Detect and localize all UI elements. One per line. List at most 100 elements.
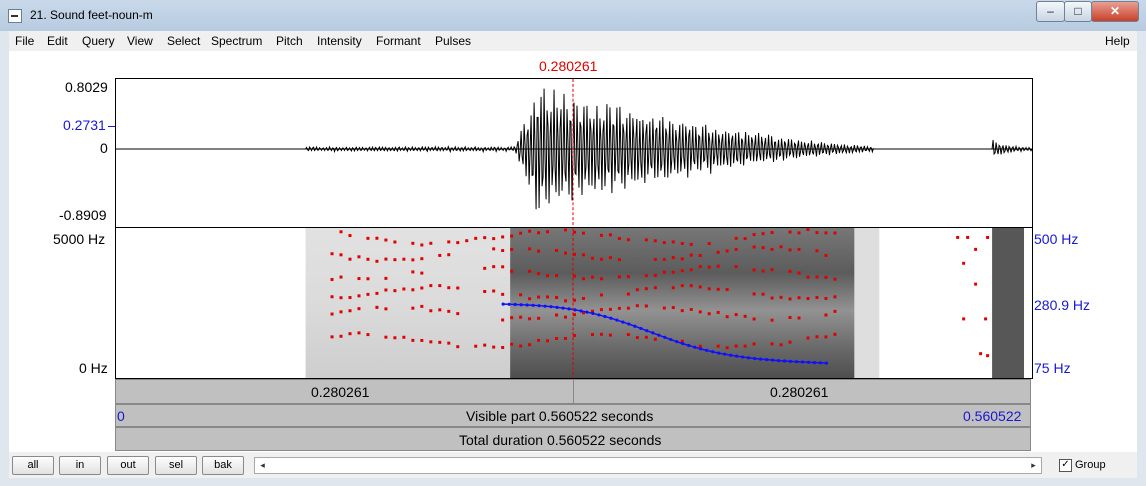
formant-dot <box>546 295 549 298</box>
formant-dot <box>501 293 504 296</box>
menu-file[interactable]: File <box>15 34 34 48</box>
formant-dot <box>780 296 783 299</box>
formant-dot <box>956 236 959 239</box>
formant-dot <box>833 333 836 336</box>
formant-dot <box>357 331 360 334</box>
pitch-dot <box>795 360 798 363</box>
scroll-right-icon[interactable]: ▸ <box>1026 458 1041 473</box>
formant-dot <box>375 292 378 295</box>
zoom-in-button[interactable]: in <box>59 456 101 475</box>
zoom-selection-button[interactable]: sel <box>155 456 197 475</box>
formant-dot <box>672 271 675 274</box>
pitch-dot <box>747 356 750 359</box>
pitch-dot <box>693 346 696 349</box>
formant-dot <box>375 237 378 240</box>
formant-dot <box>456 345 459 348</box>
formant-dot <box>456 287 459 290</box>
pitch-dot <box>663 336 666 339</box>
selection-bar: 0.280261 0.280261 <box>115 379 1031 404</box>
formant-dot <box>528 230 531 233</box>
formant-dot <box>618 307 621 310</box>
menu-help[interactable]: Help <box>1105 34 1130 48</box>
formant-dot <box>798 317 801 320</box>
pitch-dot <box>717 351 720 354</box>
formant-dot <box>708 312 711 315</box>
waveform-panel[interactable] <box>115 78 1033 228</box>
pitch-dot <box>603 315 606 318</box>
formant-dot <box>402 288 405 291</box>
formant-dot <box>546 274 549 277</box>
pitch-dot <box>825 362 828 365</box>
formant-dot <box>636 336 639 339</box>
waveform-cursor-value-label: 0.2731 <box>63 117 106 133</box>
spectrogram-panel[interactable] <box>115 228 1033 379</box>
formant-dot <box>744 237 747 240</box>
formant-dot <box>582 253 585 256</box>
formant-dot <box>798 272 801 275</box>
formant-dot <box>331 252 334 255</box>
window-title: 21. Sound feet-noun-m <box>30 8 153 22</box>
pitch-dot <box>723 353 726 356</box>
formant-dot <box>744 315 747 318</box>
maximize-button[interactable]: □ <box>1064 1 1092 22</box>
formant-dot <box>465 239 468 242</box>
formant-dot <box>331 278 334 281</box>
menu-intensity[interactable]: Intensity <box>317 34 362 48</box>
waveform-zero-label: 0 <box>100 140 108 156</box>
menu-edit[interactable]: Edit <box>47 34 68 48</box>
right-segment-label[interactable]: 0.280261 <box>770 384 828 400</box>
formant-dot <box>564 316 567 319</box>
left-segment-label[interactable]: 0.280261 <box>311 384 369 400</box>
zoom-back-button[interactable]: bak <box>202 456 244 475</box>
zoom-all-button[interactable]: all <box>12 456 54 475</box>
sound-window-icon <box>8 9 22 23</box>
menu-formant[interactable]: Formant <box>376 34 421 48</box>
formant-dot <box>753 318 756 321</box>
formant-dot <box>681 309 684 312</box>
pitch-dot <box>615 318 618 321</box>
formant-dot <box>618 237 621 240</box>
formant-dot <box>447 253 450 256</box>
formant-dot <box>966 236 969 239</box>
pitch-dot <box>783 359 786 362</box>
formant-dot <box>510 248 513 251</box>
formant-dot <box>654 338 657 341</box>
pitch-dot <box>729 354 732 357</box>
menu-select[interactable]: Select <box>167 34 200 48</box>
formant-dot <box>771 268 774 271</box>
menu-query[interactable]: Query <box>82 34 115 48</box>
formant-dot <box>654 258 657 261</box>
formant-dot <box>609 334 612 337</box>
formant-dot <box>600 258 603 261</box>
formant-dot <box>510 270 513 273</box>
formant-dot <box>753 268 756 271</box>
pitch-dot <box>597 313 600 316</box>
time-scrollbar[interactable]: ◂ ▸ <box>254 457 1042 474</box>
minimize-button[interactable]: – <box>1036 1 1065 22</box>
zoom-out-button[interactable]: out <box>107 456 149 475</box>
menu-spectrum[interactable]: Spectrum <box>211 34 262 48</box>
formant-dot <box>429 309 432 312</box>
formant-dot <box>438 254 441 257</box>
close-button[interactable]: ✕ <box>1091 1 1139 22</box>
group-checkbox[interactable]: ✓ <box>1059 459 1072 472</box>
formant-dot <box>699 265 702 268</box>
pitch-dot <box>741 355 744 358</box>
formant-dot <box>564 337 567 340</box>
formant-dot <box>815 249 818 252</box>
total-duration-bar[interactable]: Total duration 0.560522 seconds <box>115 427 1031 451</box>
formant-dot <box>510 316 513 319</box>
menu-pulses[interactable]: Pulses <box>435 34 471 48</box>
formant-dot <box>663 307 666 310</box>
pitch-dot <box>526 303 529 306</box>
menu-view[interactable]: View <box>127 34 153 48</box>
visible-part-bar[interactable]: 0 Visible part 0.560522 seconds 0.560522 <box>115 404 1031 427</box>
formant-dot <box>384 277 387 280</box>
menu-pitch[interactable]: Pitch <box>276 34 303 48</box>
formant-dot <box>429 242 432 245</box>
scroll-left-icon[interactable]: ◂ <box>255 458 270 473</box>
formant-dot <box>591 333 594 336</box>
formant-dot <box>528 297 531 300</box>
pitch-dot <box>813 361 816 364</box>
formant-dot <box>492 247 495 250</box>
